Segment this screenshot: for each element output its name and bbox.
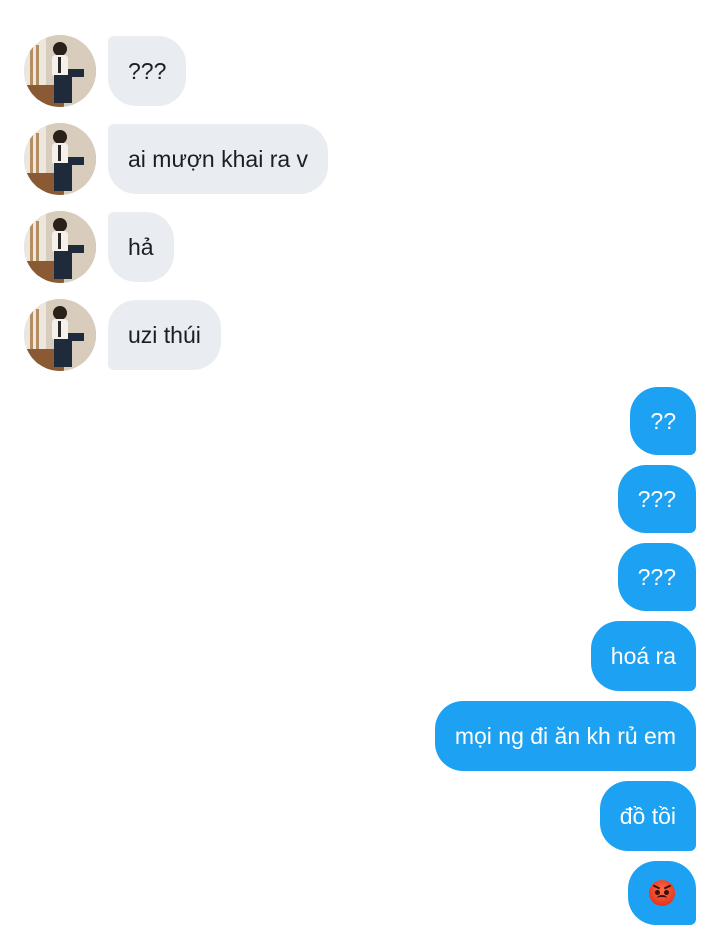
message-text: uzi thúi (128, 321, 201, 348)
message-incoming: ??? (24, 35, 187, 107)
message-text: hả (128, 233, 154, 260)
message-bubble[interactable]: uzi thúi (108, 300, 221, 370)
message-outgoing: đồ tồi (599, 781, 696, 851)
avatar[interactable] (24, 299, 96, 371)
message-bubble[interactable]: hoá ra (590, 621, 696, 691)
message-outgoing: ??? (617, 543, 696, 611)
message-bubble[interactable]: ??? (108, 36, 187, 106)
avatar[interactable] (24, 123, 96, 195)
message-bubble[interactable]: đồ tồi (599, 781, 696, 851)
avatar[interactable] (24, 211, 96, 283)
message-text: ?? (650, 407, 676, 434)
message-outgoing: mọi ng đi ăn kh rủ em (434, 701, 696, 771)
message-bubble[interactable] (628, 861, 696, 925)
message-outgoing: hoá ra (590, 621, 696, 691)
message-bubble[interactable]: ??? (617, 543, 696, 611)
message-outgoing (628, 861, 696, 925)
avatar-photo (24, 123, 96, 195)
message-outgoing: ?? (630, 387, 696, 455)
message-incoming: uzi thúi (24, 299, 221, 371)
message-text: hoá ra (610, 642, 676, 669)
message-incoming: hả (24, 211, 174, 283)
message-bubble[interactable]: ?? (630, 387, 696, 455)
message-text: ??? (637, 563, 676, 590)
message-text: ai mượn khai ra v (128, 145, 309, 172)
message-bubble[interactable]: hả (108, 212, 174, 282)
message-bubble[interactable]: ??? (617, 465, 696, 533)
message-text: ??? (637, 485, 676, 512)
message-text: đồ tồi (619, 802, 676, 829)
message-bubble[interactable]: ai mượn khai ra v (108, 124, 329, 194)
angry-face-icon (649, 880, 675, 906)
message-outgoing: ??? (617, 465, 696, 533)
message-text: mọi ng đi ăn kh rủ em (454, 722, 676, 749)
message-incoming: ai mượn khai ra v (24, 123, 329, 195)
avatar-photo (24, 211, 96, 283)
message-text: ??? (128, 57, 167, 84)
avatar-photo (24, 299, 96, 371)
avatar-photo (24, 35, 96, 107)
message-bubble[interactable]: mọi ng đi ăn kh rủ em (434, 701, 696, 771)
avatar[interactable] (24, 35, 96, 107)
chat-thread: ??? ai mượn khai ra v hả uzi thúi ?? ???… (0, 0, 720, 932)
